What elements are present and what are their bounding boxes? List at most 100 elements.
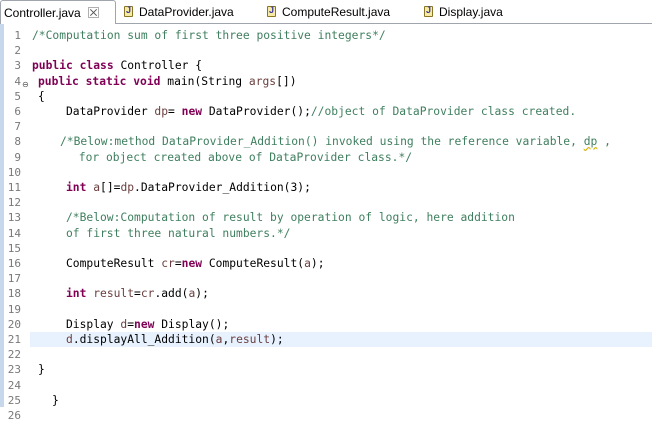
- line-number: 5: [14, 89, 21, 103]
- code-line[interactable]: 3 public class Controller {: [0, 58, 652, 73]
- keyword-token: void: [133, 74, 161, 88]
- comment-token: /*Below:method DataProvider_Addition() i…: [60, 135, 584, 149]
- code-editor[interactable]: 1 /*Computation sum of first three positi…: [0, 24, 652, 422]
- code-text: DataProvider dp= new DataProvider();//ob…: [66, 104, 576, 119]
- code-line[interactable]: 12: [0, 195, 652, 210]
- code-line[interactable]: 8 /*Below:method DataProvider_Addition() …: [0, 134, 652, 149]
- code-token: =: [168, 105, 182, 118]
- line-number: 9: [14, 150, 21, 164]
- line-number: 1: [14, 29, 21, 42]
- line-number: 23: [7, 363, 21, 377]
- tab-label: ComputeResult.java: [282, 4, 391, 19]
- tab-label: DataProvider.java: [139, 4, 234, 19]
- code-text: }: [38, 362, 45, 377]
- code-text: d.displayAll_Addition(a,result);: [66, 332, 284, 347]
- code-line[interactable]: 14 of first three natural numbers.*/: [0, 226, 652, 241]
- code-token: []): [276, 74, 297, 88]
- code-line[interactable]: 5{: [0, 89, 652, 104]
- code-text: Display d=new Display();: [66, 317, 229, 332]
- variable-token: result: [229, 333, 271, 346]
- code-line[interactable]: 23}: [0, 362, 652, 377]
- tab-computeresult-java[interactable]: ComputeResult.java: [267, 0, 390, 23]
- line-number: 4: [14, 74, 21, 88]
- code-line[interactable]: 18 int result=cr.add(a);: [0, 286, 652, 301]
- keyword-token: public: [38, 74, 79, 88]
- keyword-token: int: [66, 287, 87, 301]
- code-token: []=: [100, 181, 121, 194]
- code-token: }: [52, 393, 59, 407]
- code-line[interactable]: 1 /*Computation sum of first three positi…: [0, 28, 652, 43]
- code-text: int result=cr.add(a);: [66, 286, 209, 301]
- keyword-token: new: [134, 317, 155, 331]
- line-number: 13: [7, 211, 21, 225]
- code-line[interactable]: 16 ComputeResult cr=new ComputeResult(a);: [0, 256, 652, 271]
- line-number: 19: [7, 302, 21, 316]
- code-line[interactable]: 10: [0, 165, 652, 180]
- comment-token: ,: [597, 135, 611, 149]
- code-line[interactable]: 11 int a[]=dp.DataProvider_Addition(3);: [0, 180, 652, 195]
- tab-dataprovider-java[interactable]: DataProvider.java: [124, 0, 234, 23]
- java-file-icon: [124, 5, 133, 17]
- code-token: ComputeResult: [66, 257, 162, 270]
- line-number: 11: [7, 181, 21, 194]
- code-line[interactable]: 19: [0, 302, 652, 317]
- keyword-token: new: [181, 105, 203, 118]
- code-token: Display();: [154, 317, 230, 331]
- line-number: 8: [14, 135, 21, 149]
- tab-controller-java[interactable]: Controller.java: [0, 0, 116, 24]
- code-token: );: [270, 333, 284, 346]
- code-line[interactable]: 15: [0, 241, 652, 256]
- code-line[interactable]: 22: [0, 347, 652, 362]
- keyword-token: new: [181, 257, 203, 270]
- code-text: /*Below:method DataProvider_Addition() i…: [60, 134, 611, 149]
- variable-token: a: [304, 257, 311, 270]
- code-text: for object created above of DataProvider…: [72, 150, 412, 165]
- code-line[interactable]: 26: [0, 408, 652, 423]
- code-line[interactable]: 24: [0, 378, 652, 393]
- code-line[interactable]: 21 d.displayAll_Addition(a,result);: [8, 332, 652, 348]
- variable-token: cr: [140, 287, 155, 301]
- code-line[interactable]: 13 /*Below:Computation of result by opera…: [0, 210, 652, 225]
- code-text: of first three natural numbers.*/: [66, 226, 290, 241]
- code-line[interactable]: 9 for object created above of DataProvid…: [0, 150, 652, 165]
- code-line[interactable]: 4 ⊖ public static void main(String args[]): [0, 74, 652, 89]
- comment-token: of first three natural numbers.*/: [66, 226, 291, 240]
- line-number: 17: [7, 272, 21, 286]
- line-number: 14: [7, 226, 21, 240]
- variable-token: d: [66, 333, 73, 346]
- code-token: );: [195, 287, 209, 301]
- keyword-token: class: [79, 59, 114, 73]
- code-token: =: [174, 257, 182, 270]
- line-number: 12: [7, 196, 21, 210]
- code-text: public class Controller {: [32, 58, 202, 73]
- code-token: Display: [66, 317, 121, 331]
- line-number: 22: [7, 348, 21, 362]
- keyword-token: public: [32, 59, 73, 73]
- code-token: {: [38, 89, 45, 103]
- code-line[interactable]: 17: [0, 271, 652, 286]
- code-line[interactable]: 7: [0, 119, 652, 134]
- line-number: 25: [7, 393, 21, 407]
- variable-token: a: [93, 181, 101, 194]
- code-text: }: [52, 393, 59, 408]
- code-line[interactable]: 20 Display d=new Display();: [0, 317, 652, 332]
- line-number: 3: [14, 59, 21, 73]
- close-icon[interactable]: [87, 7, 99, 18]
- line-number: 15: [7, 241, 21, 255]
- tab-label: Display.java: [439, 4, 503, 19]
- code-line[interactable]: 25}: [0, 393, 652, 408]
- tab-display-java[interactable]: Display.java: [424, 0, 503, 23]
- java-file-icon: [424, 5, 433, 17]
- code-token: );: [310, 257, 325, 270]
- code-line[interactable]: 2: [0, 43, 652, 58]
- line-number: 26: [7, 409, 21, 422]
- editor-tab-bar: Controller.java DataProvider.java Comput…: [0, 0, 652, 24]
- code-text: ComputeResult cr=new ComputeResult(a);: [66, 256, 325, 271]
- variable-token: dp: [120, 181, 135, 194]
- code-token: .DataProvider_Addition(3);: [134, 181, 311, 194]
- code-line[interactable]: 6 DataProvider dp= new DataProvider();//o…: [0, 104, 652, 119]
- line-number: 6: [14, 105, 21, 118]
- code-token: .displayAll_Addition(: [72, 333, 216, 346]
